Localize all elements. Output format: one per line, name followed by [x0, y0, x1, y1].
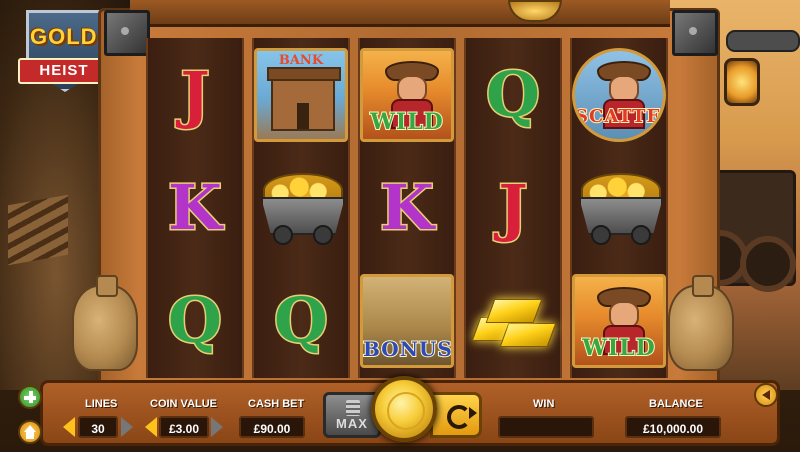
symbol-bonus-label: BONUS	[363, 336, 453, 362]
reel-1: JKQ	[146, 38, 244, 378]
spin-button[interactable]	[371, 376, 437, 442]
cash-bet-value: £90.00	[239, 416, 305, 438]
symbol-scatter-label: SCATTER	[575, 105, 663, 128]
symbol-bonus: BONUS	[360, 274, 454, 369]
reel-4: QJ	[464, 38, 562, 378]
coin-value-decrease-button[interactable]	[145, 417, 157, 437]
logo-title-line2: HEIST	[39, 62, 89, 79]
symbol-scatter: SCATTER	[572, 47, 666, 142]
reel-cell: Q	[466, 38, 560, 151]
balance-label: BALANCE	[649, 398, 703, 410]
symbol-k: K	[167, 170, 224, 244]
lines-value: 30	[78, 416, 118, 438]
lines-label: LINES	[85, 398, 118, 410]
symbol-gold-bars	[470, 289, 557, 353]
reel-cell	[572, 151, 666, 264]
symbol-q: Q	[166, 284, 223, 358]
reel-2: BANK Q	[252, 38, 350, 378]
symbol-q: Q	[484, 57, 541, 131]
money-sack	[72, 275, 138, 371]
autoplay-icon	[447, 405, 477, 429]
pipe	[726, 30, 800, 52]
reel-cell: BANK	[254, 38, 348, 151]
coin-value-label: COIN VALUE	[150, 398, 218, 410]
sound-toggle-button[interactable]	[754, 383, 778, 407]
game-logo: GOLD HEIST	[12, 10, 112, 92]
symbol-bank-label: BANK	[278, 52, 324, 68]
reel-3: WILD K BONUS	[358, 38, 456, 378]
wagon-wheel	[740, 236, 796, 292]
symbol-wild: WILD	[572, 274, 666, 369]
reel-5: SCATTER WILD	[570, 38, 668, 378]
logo-ribbon: HEIST	[18, 58, 110, 84]
home-button[interactable]	[18, 420, 42, 444]
frame-bracket	[672, 10, 718, 56]
symbol-bank: BANK	[254, 47, 348, 142]
symbol-wild-label: WILD	[581, 334, 656, 362]
symbol-wild: WILD	[360, 47, 454, 142]
logo-title-line1: GOLD	[30, 24, 98, 49]
money-sack	[668, 275, 734, 371]
reel-cell: Q	[148, 265, 242, 378]
symbol-k: K	[379, 170, 436, 244]
win-label: WIN	[533, 398, 555, 410]
autoplay-button[interactable]	[430, 392, 482, 438]
reel-cell: Q	[254, 265, 348, 378]
lines-decrease-button[interactable]	[63, 417, 75, 437]
cash-bet-label: CASH BET	[248, 398, 305, 410]
win-value	[498, 416, 594, 438]
reel-cell: BONUS	[360, 265, 454, 378]
coin-value-value: £3.00	[159, 416, 209, 438]
reel-cell	[466, 265, 560, 378]
coin-value-increase-button[interactable]	[211, 417, 223, 437]
reel-frame-top	[130, 0, 670, 27]
frame-ornament	[508, 0, 562, 22]
reel-cell	[254, 151, 348, 264]
reel-cell: WILD	[572, 265, 666, 378]
reel-cell: J	[466, 151, 560, 264]
reel-grid: JKQBANKQWILDKBONUSQJSCATTERWILD	[146, 38, 668, 378]
symbol-minecart	[575, 172, 663, 245]
reel-cell: WILD	[360, 38, 454, 151]
symbol-minecart	[257, 172, 345, 245]
balance-value: £10,000.00	[625, 416, 721, 438]
symbol-q: Q	[272, 284, 329, 358]
frame-bracket	[104, 10, 150, 56]
reel-cell: K	[360, 151, 454, 264]
lantern	[724, 58, 760, 106]
reel-cell: K	[148, 151, 242, 264]
game-stage: GOLD HEIST JKQBANKQWILDKBONUSQJSCATTERWI…	[0, 0, 800, 452]
stairs	[8, 194, 68, 266]
symbol-j: J	[179, 57, 211, 131]
menu-plus-button[interactable]	[18, 385, 42, 409]
spin-icon	[387, 392, 425, 430]
reel-cell: SCATTER	[572, 38, 666, 151]
symbol-j: J	[497, 170, 529, 244]
max-bet-label: MAX	[336, 416, 368, 431]
symbol-wild-label: WILD	[369, 108, 444, 136]
reel-cell: J	[148, 38, 242, 151]
bank-building-illustration	[267, 66, 341, 131]
coin-stack-icon	[346, 400, 360, 416]
lines-increase-button[interactable]	[121, 417, 133, 437]
